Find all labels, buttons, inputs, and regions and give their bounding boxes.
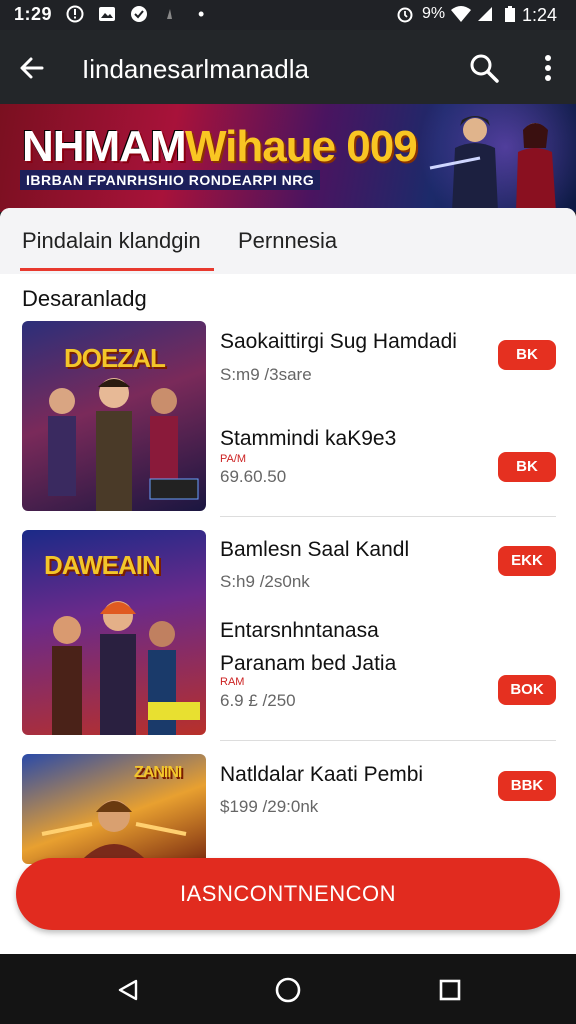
banner-headline-yellow: Wihaue 009 (185, 122, 418, 171)
item-tag: RAM (220, 676, 245, 688)
movie-poster-2[interactable]: DAWEAIN (22, 530, 206, 735)
signal-dots-icon (167, 9, 172, 19)
primary-cta-button[interactable]: IASNCONTNENCON (16, 858, 560, 930)
section-title: Desaranladg (22, 286, 147, 311)
nav-home-icon[interactable] (274, 976, 302, 1004)
divider (220, 740, 556, 741)
item-subtitle: S:h9 /2s0nk (220, 572, 310, 591)
active-tab-indicator (20, 268, 214, 271)
movie-poster-3[interactable]: ZANINI (22, 754, 206, 864)
item-title[interactable]: Bamlesn Saal Kandl (220, 538, 409, 562)
item-title-line2: Paranam bed Jatia (220, 652, 397, 675)
item-subtitle: 69.60.50 (220, 467, 287, 486)
book-button[interactable]: EKK (498, 546, 556, 576)
book-button[interactable]: BOK (498, 675, 556, 705)
status-time-right: 1:24 (522, 5, 558, 25)
back-arrow-icon[interactable] (18, 54, 46, 82)
status-time: 1:29 (14, 4, 53, 24)
item-subtitle: S:m9 /3sare (220, 365, 312, 384)
item-title[interactable]: Entarsnhntanasa (220, 619, 379, 643)
page-title: Iindanesarlmanadla (82, 54, 309, 84)
content-card: Pindalain klandgin Pernnesia Desaranladg… (0, 208, 576, 956)
poster-title: DAWEAIN (44, 550, 161, 580)
search-icon[interactable] (468, 52, 500, 84)
cell-signal-icon (478, 7, 492, 21)
gallery-icon (99, 7, 115, 21)
item-title[interactable]: Stammindi kaK9e3 (220, 427, 396, 451)
status-dot: • (198, 4, 205, 24)
nav-recents-icon[interactable] (438, 978, 462, 1002)
poster-title: ZANINI (134, 764, 182, 781)
book-button[interactable]: BK (498, 452, 556, 482)
tab-bar: Pindalain klandgin Pernnesia (0, 208, 576, 274)
status-bar: 1:29 • 9% 1:24 (0, 0, 576, 30)
item-tag: PA/M (220, 453, 247, 465)
banner-subline: IBRBAN FPANRHSHIO RONDEARPI NRG (20, 170, 321, 190)
divider (220, 516, 556, 517)
banner-headline-white: NHMAM (22, 122, 187, 171)
item-title[interactable]: Natldalar Kaati Pembi (220, 763, 423, 787)
battery-icon (505, 6, 515, 22)
book-button[interactable]: BK (498, 340, 556, 370)
item-title[interactable]: Saokaittirgi Sug Hamdadi (220, 330, 457, 354)
app-bar: Iindanesarlmanadla (0, 30, 576, 104)
notification-icon (66, 5, 84, 23)
system-nav-bar (0, 954, 576, 1024)
poster-title: DOEZAL (64, 343, 166, 373)
nav-back-icon[interactable] (116, 978, 140, 1002)
promo-banner[interactable]: NHMAM Wihaue 009 IBRBAN FPANRHSHIO RONDE… (0, 104, 576, 212)
app-icon (131, 6, 147, 22)
movie-poster-1[interactable]: DOEZAL (22, 321, 206, 511)
tab-pindalain[interactable]: Pindalain klandgin (22, 228, 201, 254)
alarm-icon (397, 7, 413, 23)
tab-pernnesia[interactable]: Pernnesia (238, 228, 337, 254)
banner-characters-illustration (429, 116, 556, 212)
item-subtitle: $199 /29:0nk (220, 797, 319, 816)
item-subtitle: 6.9 £ /250 (220, 691, 296, 710)
book-button[interactable]: BBK (498, 771, 556, 801)
wifi-icon (451, 6, 471, 22)
battery-percent: 9% (422, 5, 446, 22)
more-vert-icon[interactable] (538, 52, 558, 84)
